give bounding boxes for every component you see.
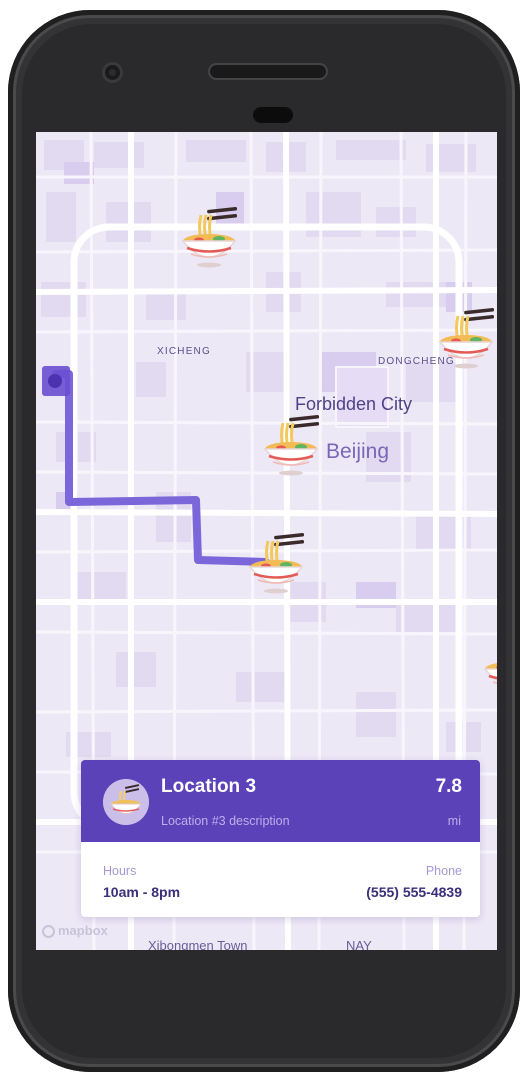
map-label-forbidden-city: Forbidden City [295, 394, 413, 414]
location-card[interactable]: Location 3 Location #3 description 7.8 m… [81, 760, 480, 917]
location-description: Location #3 description [161, 814, 290, 828]
phone-value[interactable]: (555) 555-4839 [366, 884, 462, 900]
map-label-beijing: Beijing [326, 440, 390, 463]
hours-label: Hours [103, 864, 137, 878]
app-screen: XICHENG DONGCHENG Forbidden City Beijing… [36, 132, 497, 950]
ramen-bowl-icon [103, 779, 149, 825]
location-card-header: Location 3 Location #3 description 7.8 m… [81, 760, 480, 842]
map-label-bottom-right: NAY [346, 938, 372, 950]
distance-unit: mi [447, 814, 461, 828]
phone-label: Phone [425, 864, 462, 878]
map-label-bottom-left: Xibongmen Town [148, 938, 248, 950]
location-avatar [103, 779, 149, 825]
earpiece-speaker [210, 65, 326, 78]
hours-value: 10am - 8pm [103, 884, 181, 900]
mapbox-logo-icon [42, 925, 55, 938]
ramen-bowl-icon[interactable] [177, 207, 241, 271]
proximity-sensor [253, 107, 293, 123]
location-title: Location 3 [161, 776, 257, 797]
ramen-bowl-icon[interactable] [244, 533, 308, 597]
location-distance: 7.8 [435, 776, 462, 797]
front-camera-icon [105, 65, 120, 80]
mapbox-logo[interactable]: mapbox [42, 923, 108, 938]
map-label-xicheng: XICHENG [157, 346, 211, 357]
ramen-bowl-icon[interactable] [259, 415, 323, 479]
mapbox-attribution: mapbox [58, 923, 108, 938]
ramen-bowl-icon[interactable] [479, 635, 497, 699]
ramen-bowl-icon[interactable] [434, 308, 497, 372]
